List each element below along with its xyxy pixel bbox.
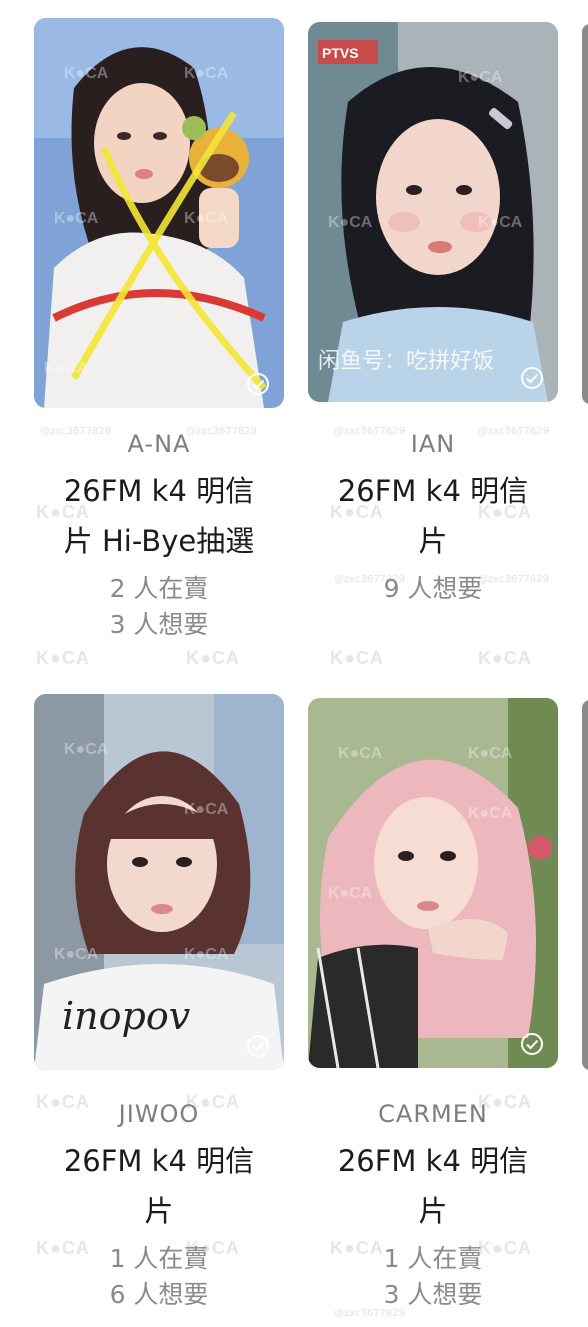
svg-text:K●CA: K●CA bbox=[468, 805, 513, 822]
wanted-count: 3 人想要 bbox=[109, 610, 209, 639]
watermark-logo: K●CA bbox=[330, 648, 384, 668]
watermark-logo: K●CA bbox=[36, 648, 90, 668]
photocard-image[interactable]: PTVS 闲鱼号：吃拼好饭 K●CA K●CA K●CA bbox=[308, 22, 558, 402]
member-name: CARMEN bbox=[378, 1100, 488, 1128]
member-name: A-NA bbox=[127, 430, 191, 458]
watermark-logo: K●CA bbox=[186, 648, 240, 668]
card-title-line[interactable]: 片 bbox=[308, 519, 558, 563]
svg-text:PTVS: PTVS bbox=[322, 45, 359, 61]
next-card-edge[interactable] bbox=[582, 700, 588, 1070]
next-card-edge[interactable] bbox=[582, 24, 588, 404]
svg-text:K●CA: K●CA bbox=[468, 745, 513, 762]
svg-text:K●CA: K●CA bbox=[44, 360, 89, 377]
svg-text:K●CA: K●CA bbox=[458, 69, 503, 86]
member-name: JIWOO bbox=[118, 1100, 200, 1128]
svg-text:K●CA: K●CA bbox=[54, 210, 99, 227]
overlay-text: 闲鱼号：吃拼好饭 bbox=[318, 349, 494, 374]
watermark-logo: K●CA bbox=[478, 648, 532, 668]
photocard-image[interactable]: K●CA K●CA K●CA K●CA bbox=[308, 698, 558, 1068]
collected-check-icon bbox=[521, 1033, 543, 1055]
card-title-line[interactable]: 26FM k4 明信 bbox=[308, 1139, 558, 1183]
svg-text:K●CA: K●CA bbox=[54, 946, 99, 963]
svg-text:K●CA: K●CA bbox=[184, 946, 229, 963]
collected-check-icon bbox=[247, 373, 269, 395]
card-title-line[interactable]: 片 bbox=[34, 1189, 284, 1233]
card-title-line[interactable]: 26FM k4 明信 bbox=[34, 1139, 284, 1183]
svg-text:K●CA: K●CA bbox=[328, 885, 373, 902]
svg-text:K●CA: K●CA bbox=[478, 214, 523, 231]
svg-text:K●CA: K●CA bbox=[64, 65, 109, 82]
svg-text:K●CA: K●CA bbox=[64, 741, 109, 758]
wanted-count: 3 人想要 bbox=[383, 1280, 483, 1309]
wanted-count: 9 人想要 bbox=[383, 574, 483, 603]
svg-text:K●CA: K●CA bbox=[328, 214, 373, 231]
photocard-image[interactable]: K●CA K●CA K●CA K●CA K●CA bbox=[34, 18, 284, 408]
collected-check-icon bbox=[247, 1035, 269, 1057]
svg-text:K●CA: K●CA bbox=[184, 210, 229, 227]
svg-text:K●CA: K●CA bbox=[184, 65, 229, 82]
card-title-line[interactable]: 26FM k4 明信 bbox=[34, 469, 284, 513]
svg-text:K●CA: K●CA bbox=[338, 745, 383, 762]
card-title-line[interactable]: 片 Hi-Bye抽選 bbox=[34, 519, 284, 563]
sellers-count: 1 人在賣 bbox=[383, 1244, 483, 1273]
member-name: IAN bbox=[410, 430, 456, 458]
card-title-line[interactable]: 26FM k4 明信 bbox=[308, 469, 558, 513]
photocard-image[interactable]: inopov K●CA K●CA K●CA K●CA bbox=[34, 694, 284, 1070]
sellers-count: 2 人在賣 bbox=[109, 574, 209, 603]
svg-text:inopov: inopov bbox=[62, 994, 191, 1038]
collected-check-icon bbox=[521, 367, 543, 389]
svg-text:K●CA: K●CA bbox=[184, 801, 229, 818]
wanted-count: 6 人想要 bbox=[109, 1280, 209, 1309]
sellers-count: 1 人在賣 bbox=[109, 1244, 209, 1273]
card-title-line[interactable]: 片 bbox=[308, 1189, 558, 1233]
